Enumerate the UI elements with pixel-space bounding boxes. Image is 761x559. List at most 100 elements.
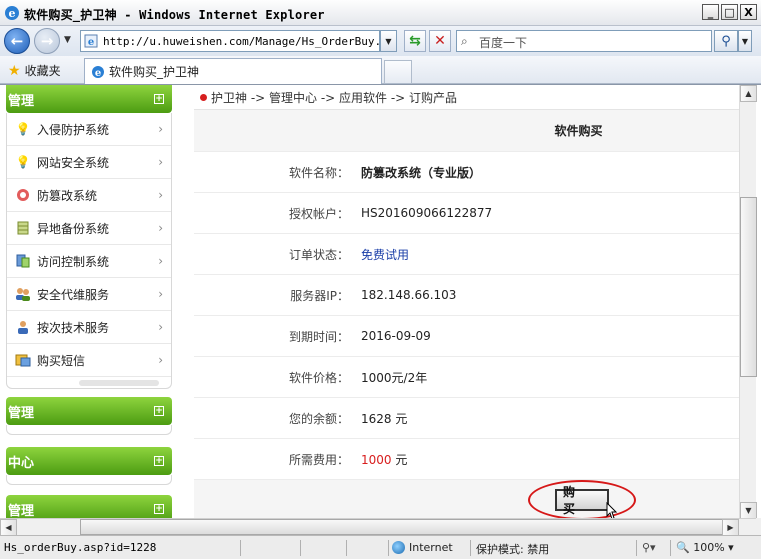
horizontal-scroll-thumb[interactable] xyxy=(80,519,724,535)
page-icon: e xyxy=(84,34,98,48)
new-tab-button[interactable] xyxy=(384,60,412,84)
protected-mode: 保护模式: 禁用 xyxy=(476,543,550,556)
detail-row-software-name: 软件名称： 防篡改系统（专业版） xyxy=(194,152,739,193)
fee-unit: 元 xyxy=(391,452,408,467)
sidebar-group-label: 中心 xyxy=(8,455,35,471)
row-value: 1000 元 xyxy=(349,451,407,468)
address-dropdown-icon[interactable]: ▼ xyxy=(380,30,397,52)
zoom-icon: 🔍 xyxy=(676,541,690,554)
scroll-down-icon[interactable]: ▼ xyxy=(740,502,757,518)
minimize-button[interactable]: _ xyxy=(702,4,719,20)
back-arrow-icon: ← xyxy=(10,32,24,50)
star-icon: ★ xyxy=(8,62,21,79)
sidebar-menu-footer xyxy=(6,377,172,389)
sidebar-item-label: 网站安全系统 xyxy=(37,155,110,170)
sidebar-item-tech-service[interactable]: 按次技术服务 › xyxy=(7,311,171,344)
chevron-right-icon: › xyxy=(158,188,163,202)
chevron-right-icon: › xyxy=(158,155,163,169)
order-status-link[interactable]: 免费试用 xyxy=(349,246,409,263)
row-value: 1000元/2年 xyxy=(361,370,428,385)
zoom-control[interactable]: 🔍 100% ▾ xyxy=(676,541,734,554)
sidebar-item-anti-tamper[interactable]: 防篡改系统 › xyxy=(7,179,171,212)
search-icon: ⚲ xyxy=(721,33,731,49)
chevron-right-icon: › xyxy=(158,221,163,235)
bullet-icon xyxy=(200,94,207,101)
search-placeholder[interactable]: 百度一下 xyxy=(479,34,527,51)
zoom-lock-icon[interactable]: ⚲▾ xyxy=(642,541,656,554)
scroll-up-icon[interactable]: ▲ xyxy=(740,85,757,102)
scroll-right-icon[interactable]: ▶ xyxy=(722,519,739,536)
expand-icon[interactable]: + xyxy=(154,504,164,514)
breadcrumb-text[interactable]: 护卫神 -> 管理中心 -> 应用软件 -> 订购产品 xyxy=(211,89,457,106)
sidebar-item-access-control[interactable]: 访问控制系统 › xyxy=(7,245,171,278)
search-button[interactable]: ⚲ xyxy=(714,30,738,52)
back-button[interactable]: ← xyxy=(4,28,30,54)
sidebar-item-label: 防篡改系统 xyxy=(37,188,98,203)
sidebar-header[interactable]: 管理 + xyxy=(6,85,172,113)
sidebar-item-sms[interactable]: 购买短信 › xyxy=(7,344,171,377)
scroll-thumb[interactable] xyxy=(740,197,757,377)
forward-button[interactable]: → xyxy=(34,28,60,54)
favorites-button[interactable]: ★ 收藏夹 xyxy=(8,62,61,79)
scroll-left-icon[interactable]: ◀ xyxy=(0,519,17,536)
svg-text:e: e xyxy=(9,7,16,20)
users-icon xyxy=(15,286,31,302)
panel-title: 软件购买 xyxy=(194,110,739,152)
row-value: 2016-09-09 xyxy=(361,329,431,343)
maximize-button[interactable]: □ xyxy=(721,4,738,20)
search-box[interactable]: ⌕ 百度一下 xyxy=(456,30,712,52)
sidebar-item-intrusion[interactable]: 💡 入侵防护系统 › xyxy=(7,113,171,146)
tab-ie-icon: e xyxy=(92,65,104,79)
sidebar-menu: 💡 入侵防护系统 › 💡 网站安全系统 › 防篡改系统 › 异地备份系统 › 访… xyxy=(6,113,172,377)
expand-icon[interactable]: + xyxy=(154,406,164,416)
breadcrumb: 护卫神 -> 管理中心 -> 应用软件 -> 订购产品 xyxy=(200,89,457,106)
stop-button[interactable]: ✕ xyxy=(429,30,451,52)
sidebar-group-header[interactable]: 中心 + xyxy=(6,447,172,475)
window-titlebar: e 软件购买_护卫神 - Windows Internet Explorer _… xyxy=(0,0,761,26)
expand-icon[interactable]: + xyxy=(154,94,164,104)
chevron-right-icon: › xyxy=(158,254,163,268)
address-bar[interactable]: e http://u.huweishen.com/Manage/Hs_Order… xyxy=(80,30,380,52)
sidebar-group: 中心 + xyxy=(6,447,172,485)
tab-title: 软件购买_护卫神 xyxy=(109,65,200,79)
detail-row-server-ip: 服务器IP： 182.148.66.103 xyxy=(194,275,739,316)
close-button[interactable]: X xyxy=(740,4,757,20)
sidebar-item-backup[interactable]: 异地备份系统 › xyxy=(7,212,171,245)
horizontal-scrollbar[interactable]: ◀ ▶ xyxy=(0,518,756,536)
svg-text:e: e xyxy=(88,37,94,48)
sidebar-group-header[interactable]: 管理 + xyxy=(6,397,172,425)
vertical-scrollbar[interactable]: ▲ ▼ xyxy=(739,85,757,518)
row-label: 服务器IP： xyxy=(290,288,349,303)
sidebar-group-header[interactable]: 管理 + xyxy=(6,495,172,518)
main-content: 护卫神 -> 管理中心 -> 应用软件 -> 订购产品 软件购买 软件名称： 防… xyxy=(194,85,739,518)
window-title: 软件购买_护卫神 - Windows Internet Explorer xyxy=(24,8,325,22)
detail-row-expiry: 到期时间： 2016-09-09 xyxy=(194,316,739,357)
row-value: HS201609066122877 xyxy=(361,206,493,220)
sidebar-group-label: 管理 xyxy=(8,405,35,421)
shield-icon xyxy=(15,187,31,203)
sms-icon xyxy=(15,352,31,368)
security-zone[interactable]: Internet xyxy=(392,541,453,554)
refresh-button[interactable]: ⇆ xyxy=(404,30,426,52)
sidebar-item-website-security[interactable]: 💡 网站安全系统 › xyxy=(7,146,171,179)
fee-amount: 1000 xyxy=(361,452,392,467)
sidebar-header-label: 管理 xyxy=(8,93,35,109)
database-icon xyxy=(15,220,31,236)
buy-button[interactable]: 购 买 xyxy=(555,485,609,516)
browser-tab[interactable]: e 软件购买_护卫神 xyxy=(84,58,382,84)
sidebar-item-maintenance[interactable]: 安全代维服务 › xyxy=(7,278,171,311)
row-label: 授权帐户： xyxy=(288,206,349,221)
refresh-icon: ⇆ xyxy=(409,33,421,49)
sidebar-group: 管理 + xyxy=(6,397,172,435)
chevron-right-icon: › xyxy=(158,320,163,334)
search-dropdown-icon[interactable]: ▼ xyxy=(738,30,752,52)
detail-row-balance: 您的余额： 1628 元 xyxy=(194,398,739,439)
history-dropdown-icon[interactable]: ▼ xyxy=(64,35,71,45)
row-label: 软件名称： xyxy=(288,165,349,180)
detail-row-fee: 所需费用： 1000 元 xyxy=(194,439,739,480)
address-url[interactable]: http://u.huweishen.com/Manage/Hs_OrderBu… xyxy=(103,35,379,48)
ie-logo-icon: e xyxy=(5,6,19,20)
expand-icon[interactable]: + xyxy=(154,456,164,466)
row-label: 您的余额： xyxy=(288,411,349,426)
page-viewport: 管理 + 💡 入侵防护系统 › 💡 网站安全系统 › 防篡改系统 › 异地备份系… xyxy=(0,84,761,518)
